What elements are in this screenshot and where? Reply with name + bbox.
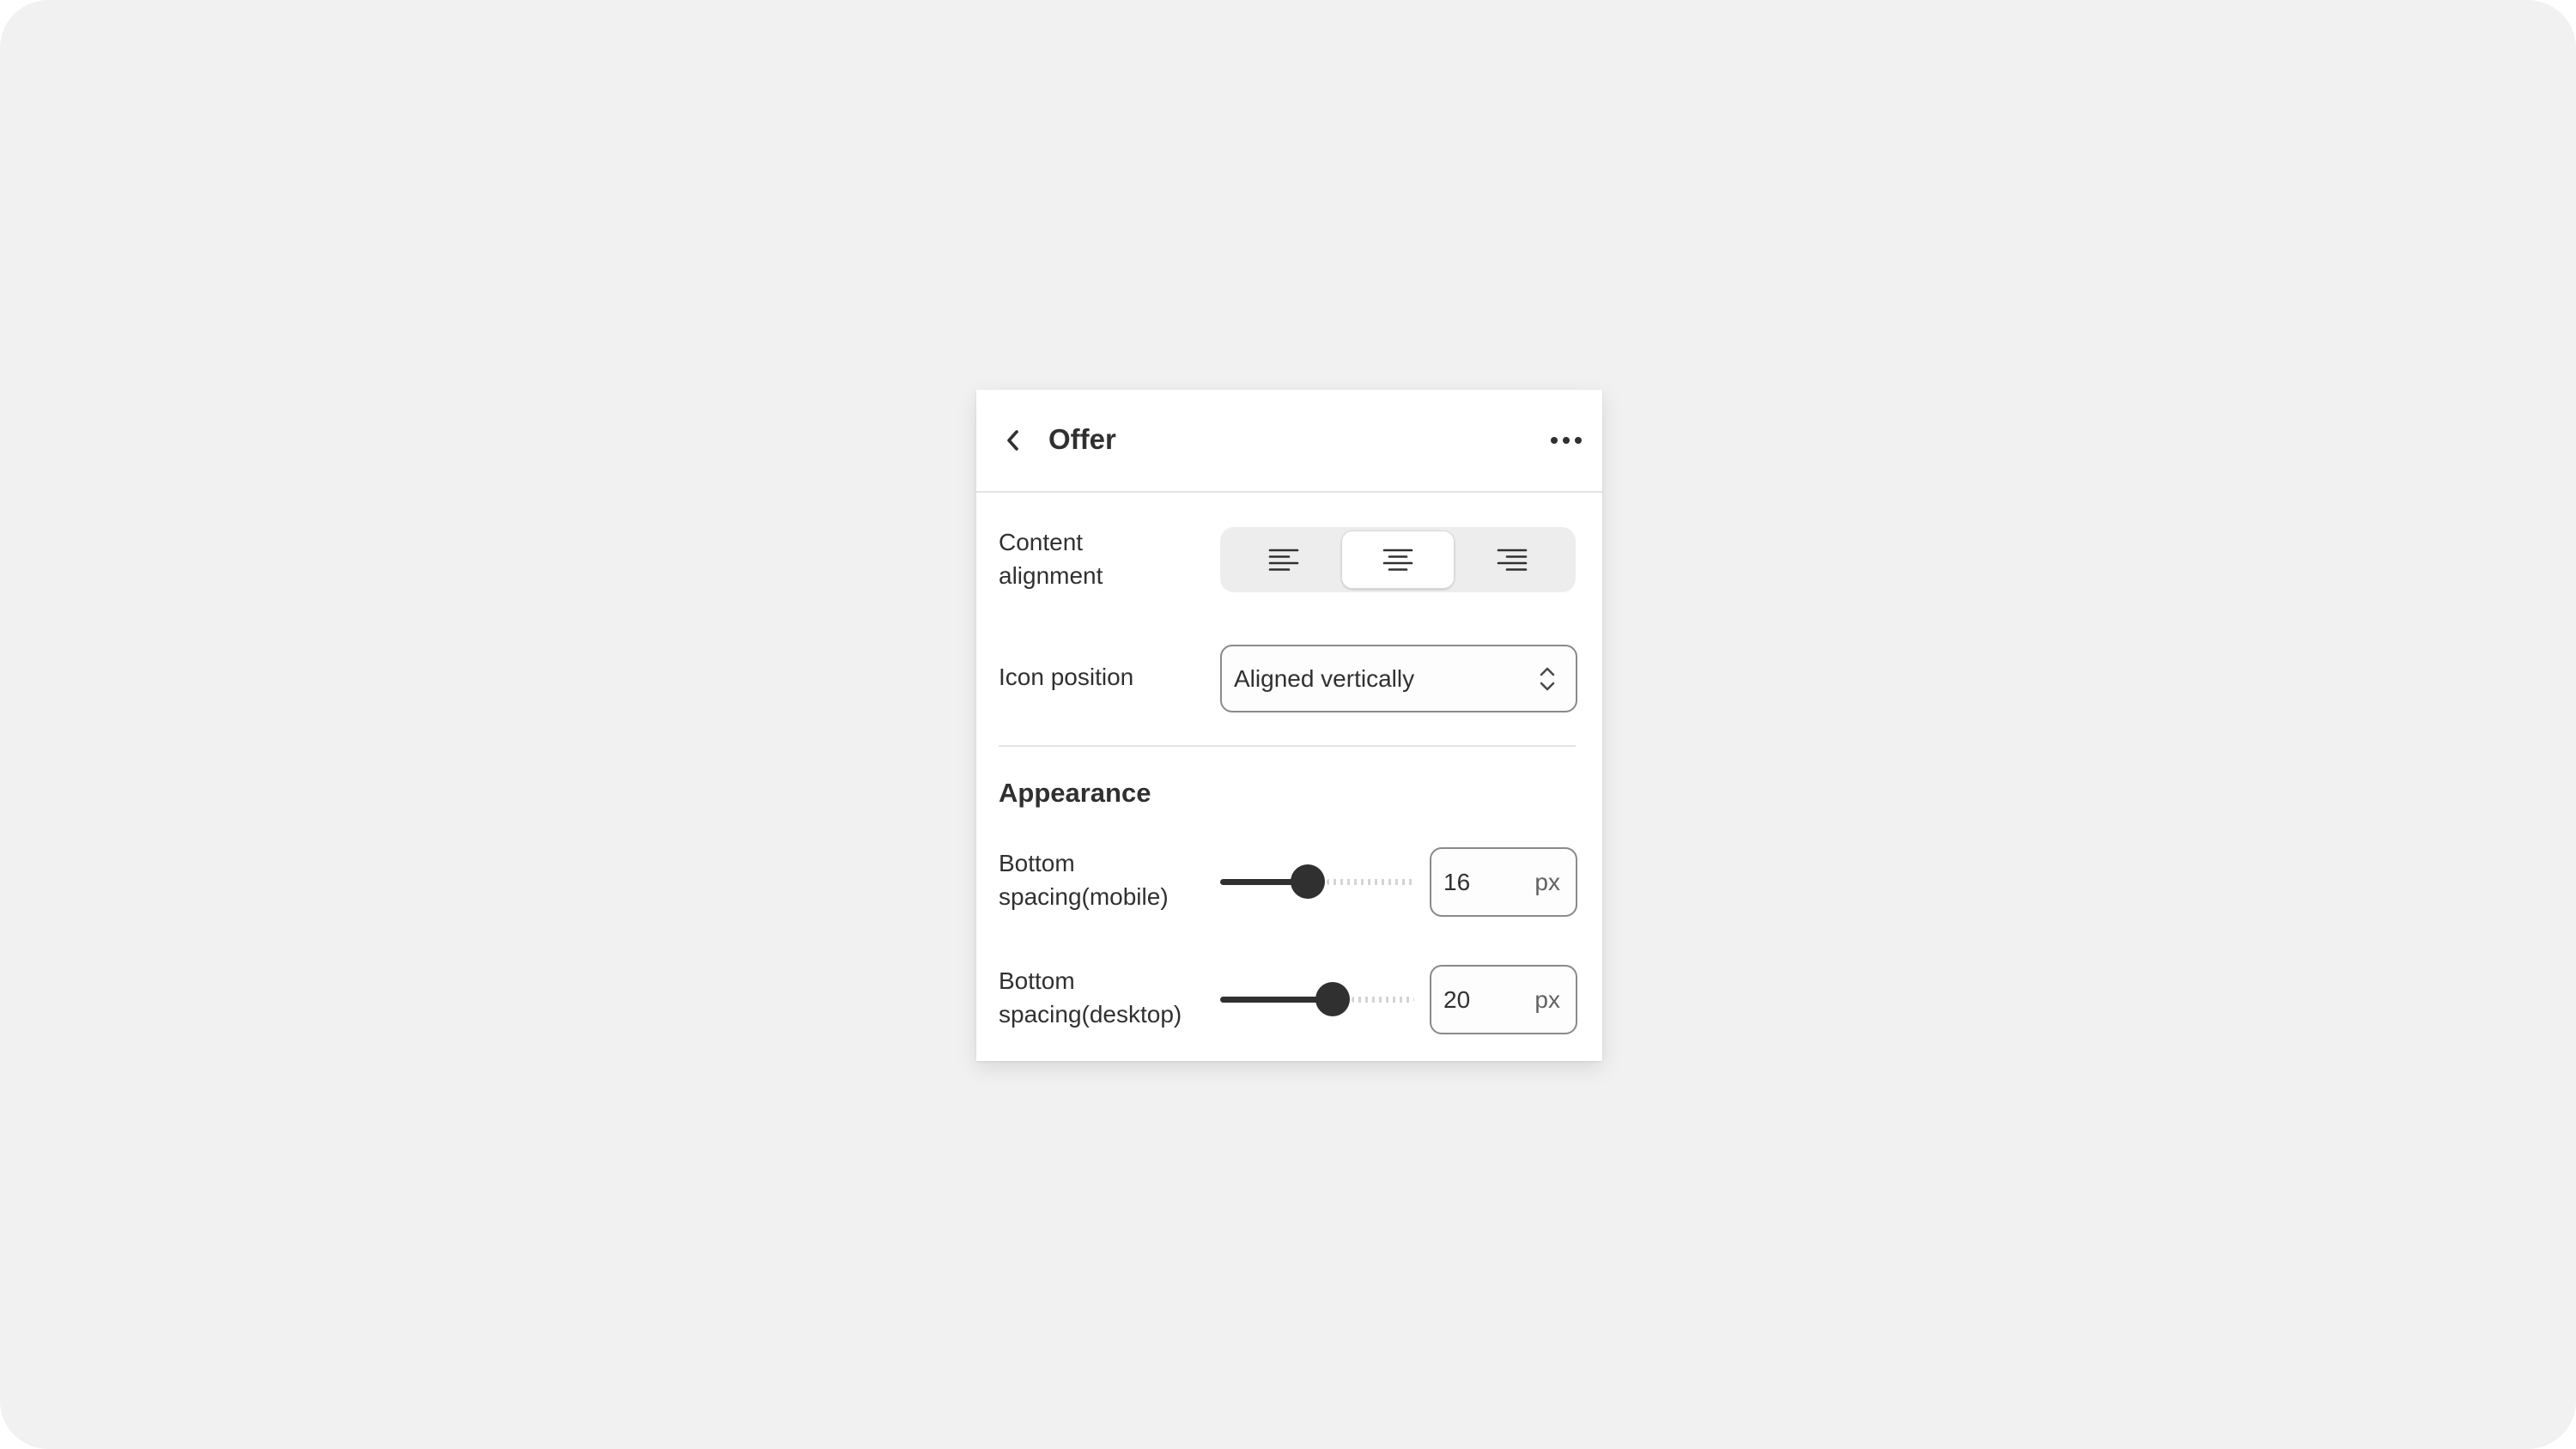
icon-position-value: Aligned vertically: [1234, 665, 1415, 692]
align-right-icon: [1497, 549, 1528, 571]
content-alignment-label-line-2: alignment: [999, 562, 1103, 589]
back-button[interactable]: [992, 417, 1035, 464]
ellipsis-horizontal-icon: [1551, 437, 1582, 444]
bottom-spacing-mobile-label-line-1: Bottom: [999, 850, 1075, 876]
section-divider: [999, 745, 1576, 747]
app-background: Offer Content alignment Icon position Al…: [0, 0, 2576, 1449]
bottom-spacing-mobile-value: 16: [1443, 869, 1471, 895]
bottom-spacing-desktop-value: 20: [1443, 986, 1471, 1013]
content-alignment-label: Content alignment: [999, 525, 1103, 592]
bottom-spacing-mobile-input[interactable]: 16 px: [1430, 847, 1577, 917]
slider-track-remaining: [1327, 879, 1414, 885]
bottom-spacing-mobile-label-line-2: spacing(mobile): [999, 883, 1169, 910]
unit-label: px: [1534, 869, 1560, 895]
icon-position-label: Icon position: [999, 664, 1134, 690]
select-chevron-icon: [1540, 667, 1555, 691]
align-center-button[interactable]: [1341, 530, 1455, 589]
align-left-button[interactable]: [1227, 530, 1340, 589]
chevron-left-icon: [1007, 430, 1018, 451]
offer-settings-panel: Offer Content alignment Icon position Al…: [976, 390, 1602, 1061]
bottom-spacing-desktop-slider[interactable]: [1220, 982, 1414, 1016]
content-alignment-label-line-1: Content: [999, 529, 1084, 555]
bottom-spacing-mobile-slider[interactable]: [1220, 864, 1414, 899]
bottom-spacing-desktop-label-line-2: spacing(desktop): [999, 1001, 1182, 1028]
icon-position-select[interactable]: Aligned vertically: [1220, 645, 1577, 712]
slider-thumb[interactable]: [1315, 982, 1350, 1016]
align-center-icon: [1382, 549, 1413, 571]
more-options-button[interactable]: [1544, 419, 1589, 462]
slider-track-remaining: [1352, 997, 1414, 1003]
align-left-icon: [1268, 549, 1299, 571]
bottom-spacing-mobile-label: Bottom spacing(mobile): [999, 846, 1169, 913]
slider-thumb[interactable]: [1291, 864, 1325, 899]
unit-label: px: [1534, 986, 1560, 1013]
align-right-button[interactable]: [1455, 530, 1569, 589]
bottom-spacing-desktop-label-line-1: Bottom: [999, 967, 1075, 994]
panel-header: Offer: [976, 390, 1602, 493]
content-alignment-segmented-control: [1220, 527, 1576, 592]
panel-title: Offer: [1048, 423, 1116, 455]
bottom-spacing-desktop-input[interactable]: 20 px: [1430, 965, 1577, 1034]
appearance-heading: Appearance: [999, 778, 1151, 808]
bottom-spacing-desktop-label: Bottom spacing(desktop): [999, 964, 1182, 1031]
